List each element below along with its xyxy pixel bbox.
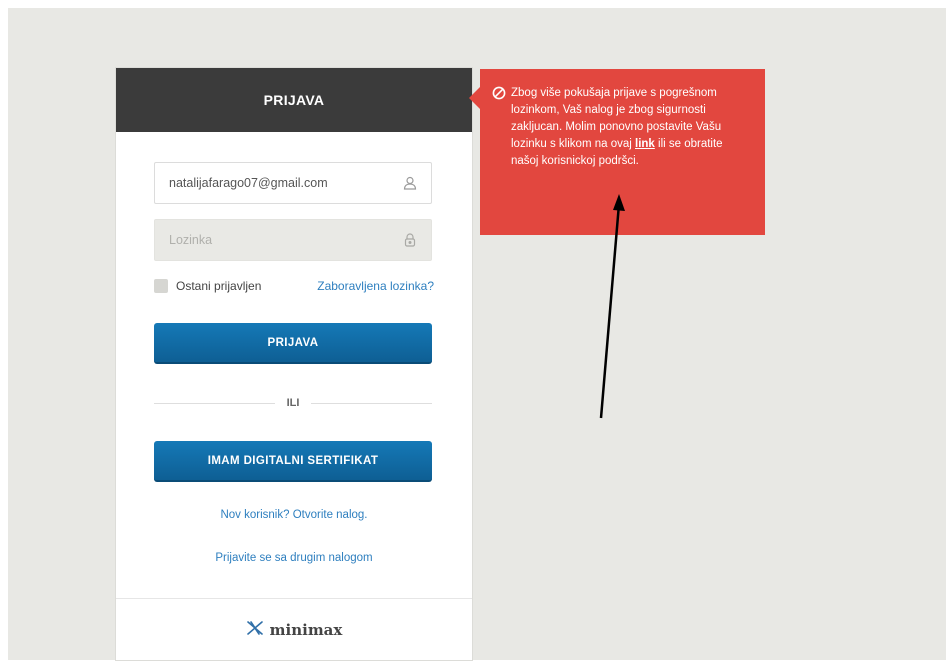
login-header: PRIJAVA: [116, 68, 472, 132]
digital-certificate-button[interactable]: IMAM DIGITALNI SERTIFIKAT: [154, 441, 432, 482]
alert-pointer: [469, 87, 480, 109]
login-card: PRIJAVA natalijafarago07@gmail.com Lozin…: [116, 68, 472, 660]
minimax-logo-icon: [246, 620, 264, 641]
minimax-logo: minimax: [246, 620, 343, 641]
remember-row: Ostani prijavljen Zaboravljena lozinka?: [154, 279, 434, 293]
lock-icon: [403, 233, 417, 247]
login-title: PRIJAVA: [263, 92, 325, 108]
divider-line-right: [311, 402, 432, 404]
email-field[interactable]: natalijafarago07@gmail.com: [154, 162, 432, 204]
new-user-link[interactable]: Nov korisnik? Otvorite nalog.: [116, 509, 472, 521]
user-icon: [403, 176, 417, 190]
or-divider: ILI: [154, 395, 432, 411]
alert-reset-link[interactable]: link: [635, 138, 655, 150]
other-account-link[interactable]: Prijavite se sa drugim nalogom: [116, 552, 472, 564]
prohibited-icon: [492, 86, 506, 100]
divider-line-left: [154, 402, 275, 404]
minimax-logo-text: minimax: [269, 621, 343, 639]
divider-text: ILI: [286, 397, 300, 409]
email-value: natalijafarago07@gmail.com: [169, 176, 328, 190]
password-placeholder: Lozinka: [169, 233, 213, 247]
remember-label: Ostani prijavljen: [176, 279, 262, 293]
password-field[interactable]: Lozinka: [154, 219, 432, 261]
page-background: PRIJAVA natalijafarago07@gmail.com Lozin…: [8, 8, 946, 660]
login-button[interactable]: PRIJAVA: [154, 323, 432, 364]
remember-checkbox[interactable]: [154, 279, 168, 293]
card-footer: minimax: [116, 598, 472, 661]
error-alert: Zbog više pokušaja prijave s pogrešnom l…: [469, 69, 765, 235]
forgot-password-link[interactable]: Zaboravljena lozinka?: [317, 279, 434, 293]
